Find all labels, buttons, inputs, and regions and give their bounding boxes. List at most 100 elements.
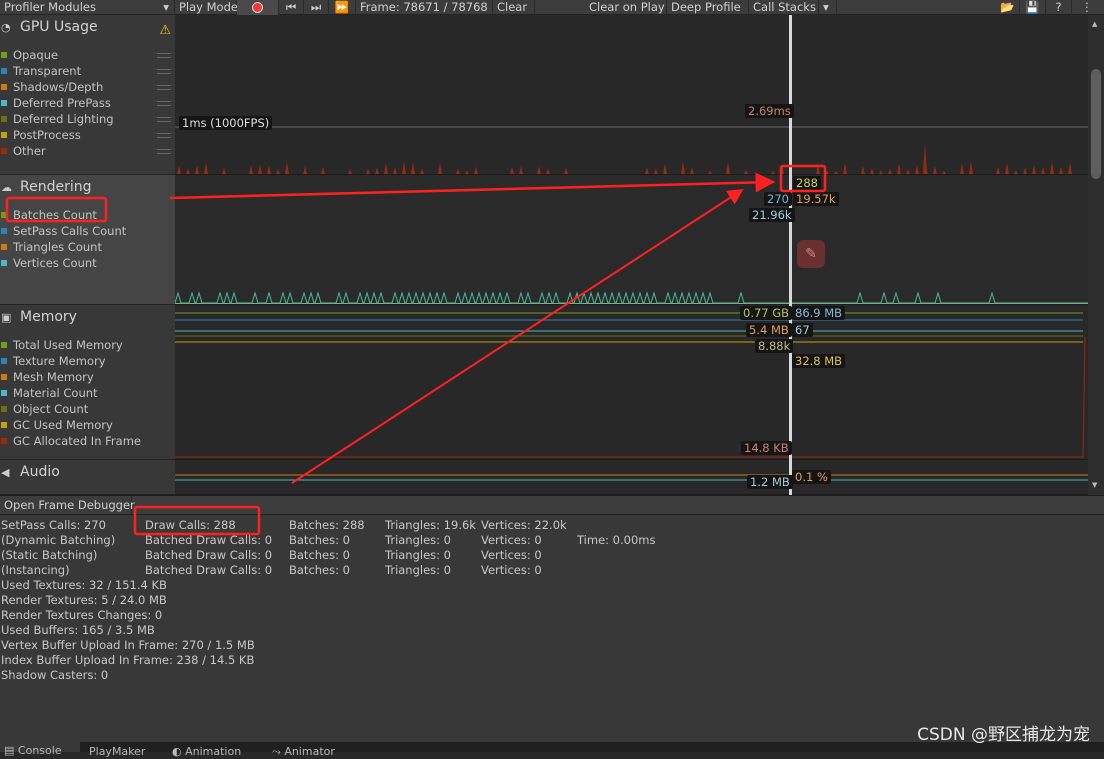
color-swatch [1,116,7,122]
module-item[interactable]: PostProcess [0,127,81,143]
next-frame-button[interactable]: ⏭ [304,0,329,15]
item-label: Opaque [13,48,59,62]
module-item[interactable]: Batches Count [0,207,97,223]
module-item[interactable]: Material Count [0,385,98,401]
gpu-spike [744,169,748,174]
call-stacks-dropdown[interactable]: ▾ [819,0,837,15]
module-item[interactable]: GC Allocated In Frame [0,433,141,449]
profiler-modules-dropdown[interactable]: Profiler Modules ▾ [0,0,175,15]
stat-cell: Batches: 0 [289,563,350,577]
details-toolbar: Open Frame Debugger [0,496,1104,515]
module-item[interactable]: Total Used Memory [0,337,123,353]
module-item[interactable]: Deferred Lighting [0,111,114,127]
stat-cell: Vertices: 0 [481,563,542,577]
scroll-up-icon[interactable]: ▲ [1092,20,1097,28]
module-audio[interactable]: ◀AudioPlaying Audio Sources [0,460,175,507]
tab-animator[interactable]: ⤳ Animator [272,745,335,759]
call-stacks-toggle[interactable]: Call Stacks [749,0,819,15]
help-button[interactable]: ? [1046,0,1072,15]
stat-cell: Batched Draw Calls: 0 [145,533,273,547]
module-item[interactable]: GC Used Memory [0,417,113,433]
gpu-spike [546,168,550,174]
gpu-spike [303,166,307,174]
record-button[interactable] [237,0,279,15]
module-item[interactable]: Other [0,143,46,159]
item-label: Shadows/Depth [13,80,104,94]
gpu-spike [726,162,730,174]
magic-pen-icon[interactable]: ✎ [797,240,825,268]
module-item[interactable]: Shadows/Depth [0,79,103,95]
module-item[interactable]: SetPass Calls Count [0,223,126,239]
deep-profile-toggle[interactable]: Deep Profile [667,0,749,15]
stat-line: Used Buffers: 165 / 3.5 MB [1,623,155,637]
color-swatch [1,390,7,396]
chart-area[interactable]: 1ms (1000FPS) 2.69ms 288 270 19.57k 21.9… [175,15,1088,495]
tab-console[interactable]: ▤ Console [0,742,80,757]
drag-handle-icon[interactable] [157,117,171,122]
more-menu-button[interactable]: ⋮ [1076,0,1098,15]
module-item[interactable]: Transparent [0,63,81,79]
chart-graphs [175,15,1088,495]
clear-button[interactable]: Clear [493,0,535,15]
drag-handle-icon[interactable] [157,69,171,74]
gpu-spike [474,166,478,174]
item-label: Vertices Count [13,256,97,270]
module-rendering[interactable]: ☁ Rendering Batches Count SetPass Calls Cou… [0,175,175,305]
gpu-spike [861,166,865,174]
module-item[interactable]: Object Count [0,401,88,417]
color-swatch [1,342,7,348]
module-item[interactable]: Opaque [0,47,58,63]
drag-handle-icon[interactable] [157,85,171,90]
play-mode-dropdown[interactable]: Play Mode ▾ [175,0,247,15]
item-label: Triangles Count [13,240,102,254]
setpass-value: 270 [764,192,792,206]
gpu-spike [1014,170,1018,174]
previous-frame-button[interactable]: ⏮ [279,0,304,15]
stat-cell: Triangles: 19.6k [385,518,476,532]
scrollbar-thumb[interactable] [1091,69,1101,179]
module-memory[interactable]: ▣ Memory Total Used Memory Texture Memory Me… [0,305,175,460]
stat-cell: (Dynamic Batching) [1,533,116,547]
module-item[interactable]: Vertices Count [0,255,97,271]
item-label: Texture Memory [13,354,106,368]
item-label: Other [13,144,46,158]
triangles-value: 19.57k [793,192,839,206]
drag-handle-icon[interactable] [157,101,171,106]
drag-handle-icon[interactable] [157,133,171,138]
save-button[interactable]: 💾 [1020,0,1046,15]
open-frame-debugger-button[interactable]: Open Frame Debugger [0,496,135,514]
gpu-spike [834,170,838,174]
item-label: Transparent [13,64,82,78]
gpu-spike [780,163,784,174]
stat-cell: Triangles: 0 [385,533,452,547]
load-button[interactable]: 📂 [996,0,1020,15]
vertical-scrollbar[interactable]: ▲ ▼ [1088,15,1104,495]
module-item[interactable]: Mesh Memory [0,369,94,385]
color-swatch [1,358,7,364]
color-swatch [1,260,7,266]
gpu-spike [888,168,892,174]
scroll-down-icon[interactable]: ▼ [1092,481,1097,489]
gpu-spike [681,161,685,174]
gpu-spike [923,143,927,174]
module-item[interactable]: Triangles Count [0,239,102,255]
module-item[interactable]: Texture Memory [0,353,106,369]
object-count-value: 8.88k [755,339,794,353]
gpu-spike [411,162,415,174]
item-label: GC Allocated In Frame [13,434,141,448]
gpu-spike [933,166,937,174]
module-gpu-usage[interactable]: ◔ GPU Usage ⚠ Opaque Transparent Shadows/Dept… [0,15,175,175]
module-item[interactable]: Deferred PrePass [0,95,111,111]
warning-icon[interactable]: ⚠ [159,23,171,38]
gpu-spike [1068,162,1072,174]
stat-cell: Triangles: 0 [385,548,452,562]
drag-handle-icon[interactable] [157,149,171,154]
color-swatch [1,84,7,90]
tab-label: Console [17,744,62,757]
color-swatch [1,374,7,380]
clear-on-play-toggle[interactable]: Clear on Play [585,0,667,15]
drag-handle-icon[interactable] [157,53,171,58]
current-frame-button[interactable]: ⏩ [329,0,356,15]
profiler-modules-label: Profiler Modules [4,0,96,14]
stat-cell: Vertices: 0 [481,533,542,547]
